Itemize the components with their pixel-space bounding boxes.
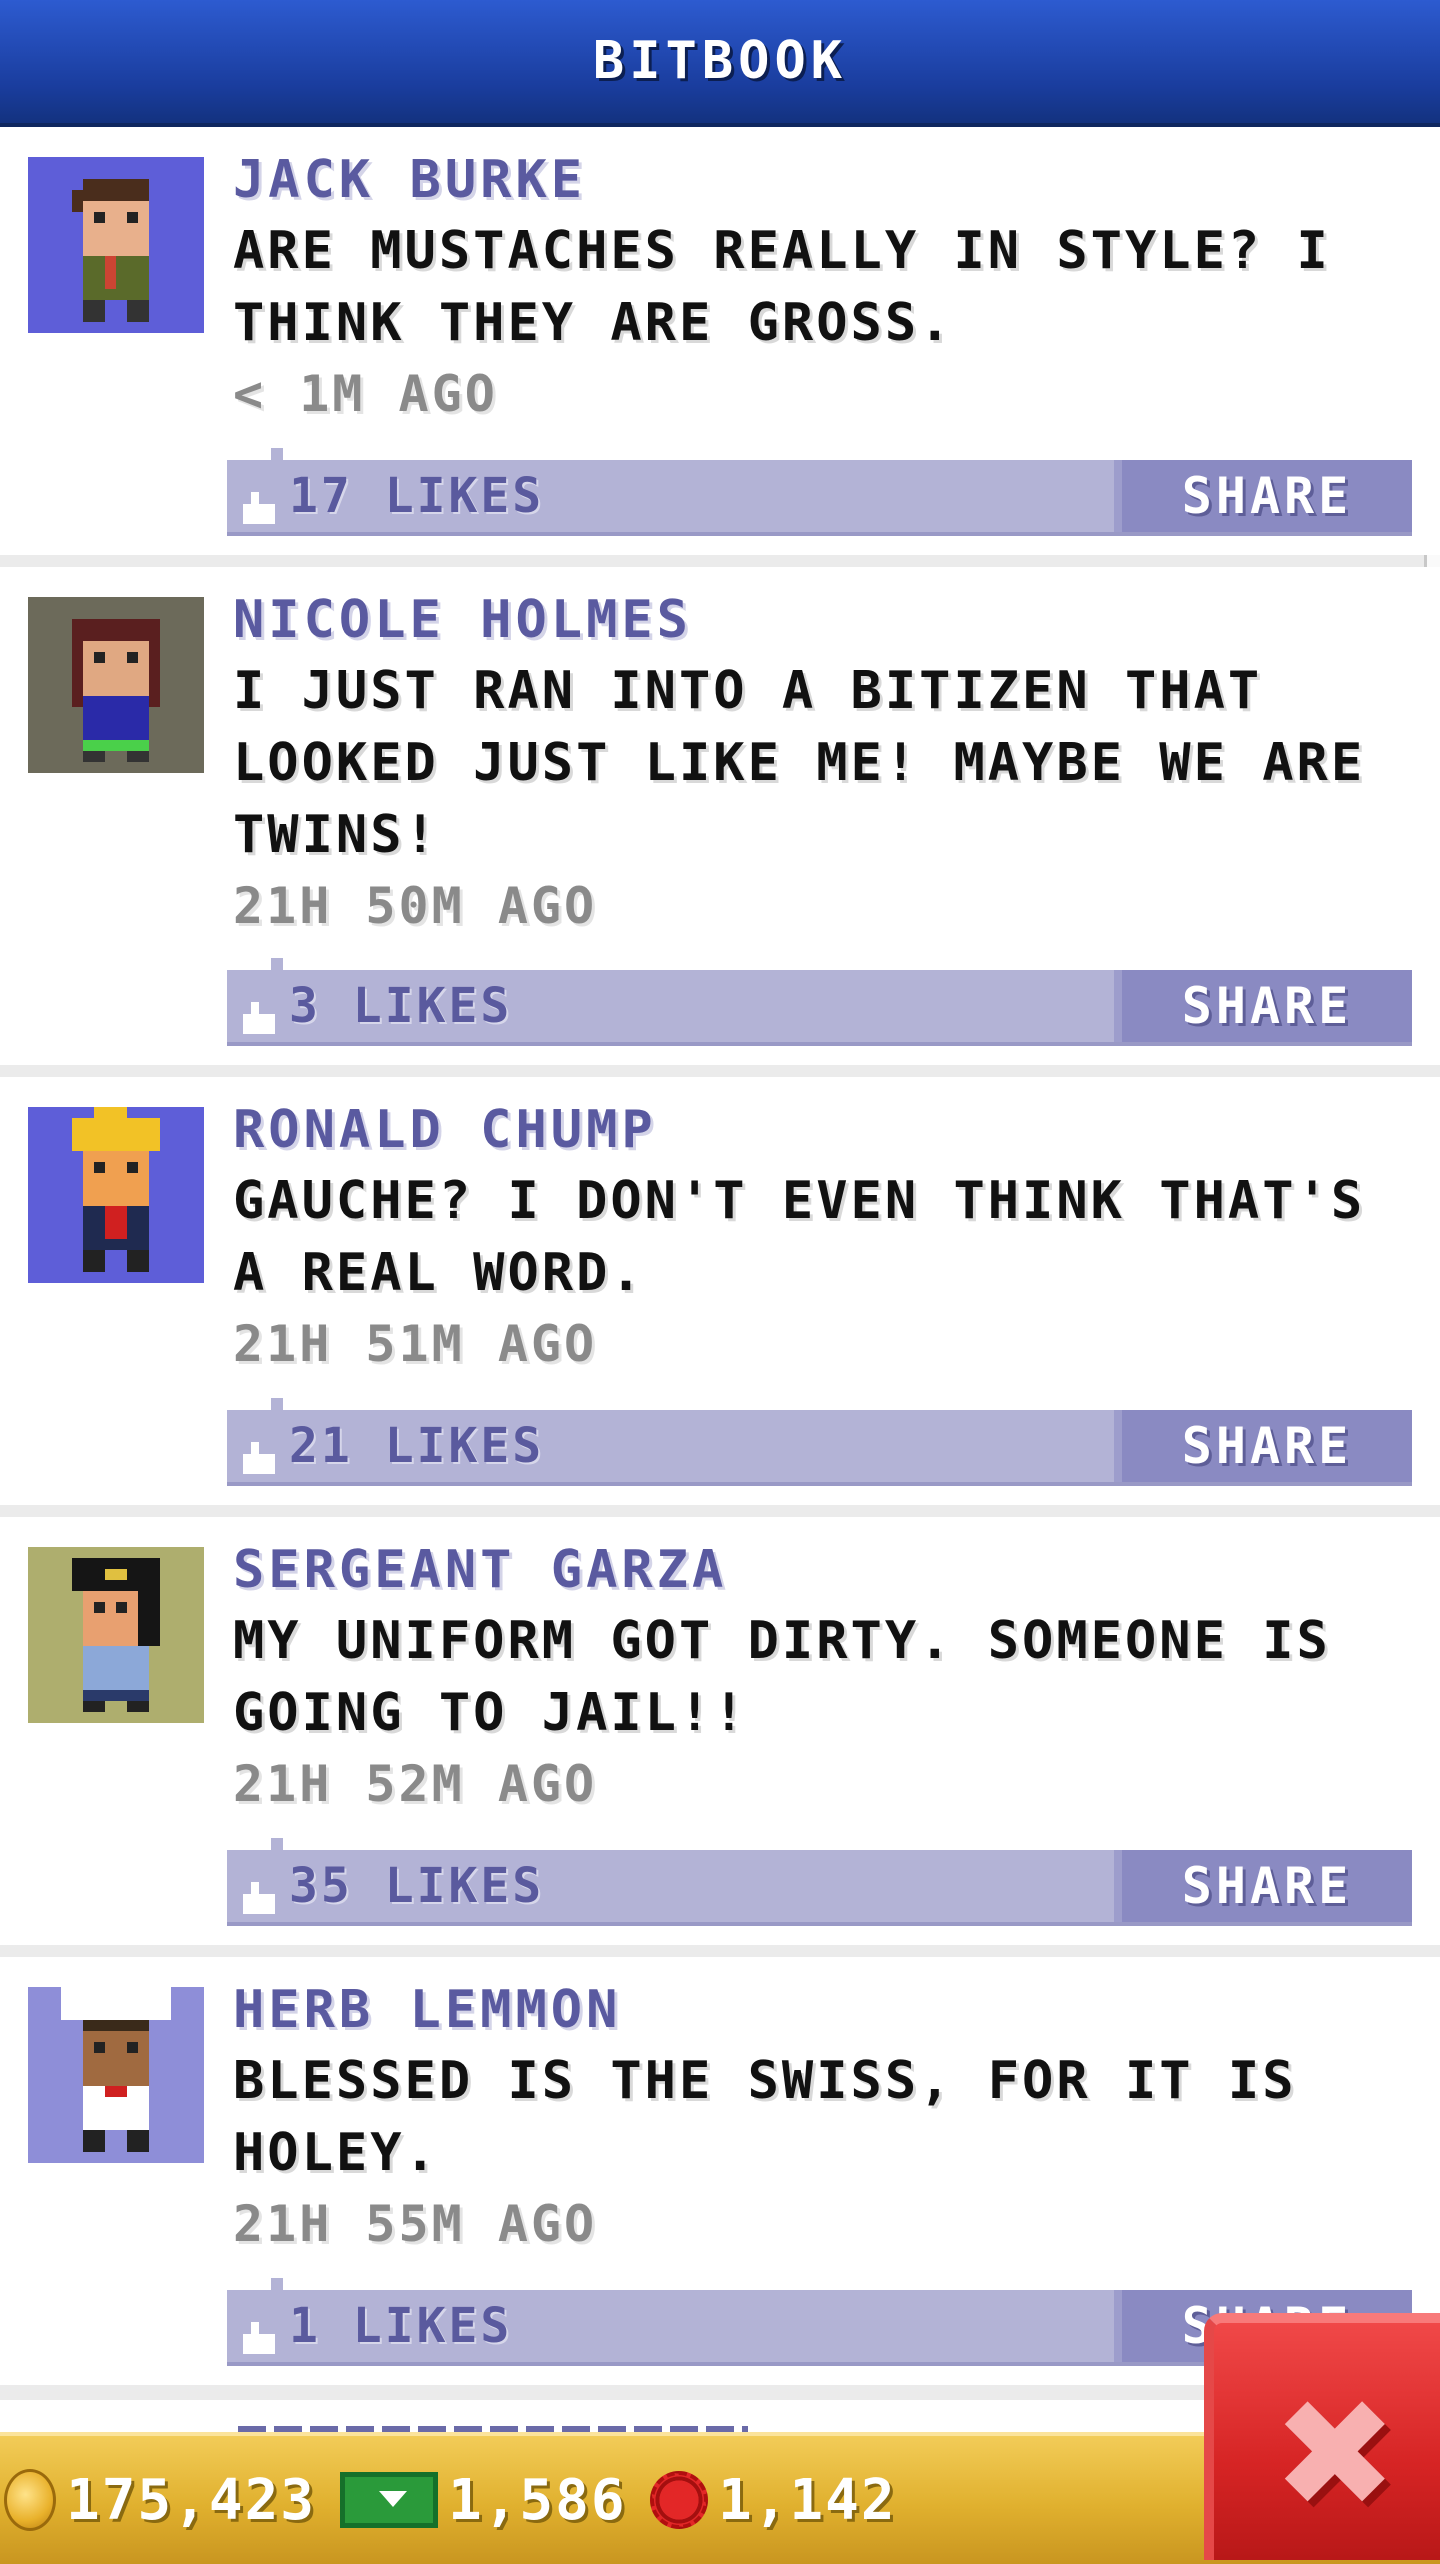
like-count: 17 LIKES — [289, 468, 545, 524]
avatar[interactable] — [28, 597, 204, 773]
avatar[interactable] — [28, 1107, 204, 1283]
post-message: MY UNIFORM GOT DIRTY. SOMEONE IS GOING T… — [233, 1611, 1331, 1743]
close-icon: ✖ — [1272, 2368, 1398, 2542]
post-message: I JUST RAN INTO A BITIZEN THAT LOOKED JU… — [233, 661, 1366, 865]
thumbs-up-icon — [239, 476, 279, 524]
like-button[interactable]: 17 LIKES — [239, 460, 544, 532]
post-author[interactable]: HERB LEMMON — [233, 1979, 1413, 2041]
share-button[interactable]: SHARE — [1114, 1850, 1412, 1922]
post-author[interactable]: NICOLE HOLMES — [233, 589, 1413, 651]
post-card: NICOLE HOLMES I JUST RAN INTO A BITIZEN … — [0, 567, 1440, 1065]
like-notch — [271, 2278, 283, 2290]
like-button[interactable]: 3 LIKES — [239, 970, 512, 1042]
post-message: BLESSED IS THE SWISS, FOR IT IS HOLEY. — [233, 2051, 1297, 2183]
thumbs-up-icon — [239, 1426, 279, 1474]
app-title: BITBOOK — [592, 31, 848, 91]
close-button[interactable]: ✖ — [1204, 2313, 1440, 2560]
post-timestamp: 21H 52M AGO — [233, 1755, 598, 1813]
like-notch — [271, 1398, 283, 1410]
post-card: SERGEANT GARZA MY UNIFORM GOT DIRTY. SOM… — [0, 1517, 1440, 1945]
share-button[interactable]: SHARE — [1114, 460, 1412, 532]
gem-icon — [650, 2471, 708, 2529]
post-message: ARE MUSTACHES REALLY IN STYLE? I THINK T… — [233, 221, 1331, 353]
post-action-bar: 17 LIKES SHARE — [227, 448, 1412, 536]
like-button[interactable]: 35 LIKES — [239, 1850, 544, 1922]
avatar[interactable] — [28, 1987, 204, 2163]
post-action-bar: 3 LIKES SHARE — [227, 958, 1412, 1046]
like-notch — [271, 1838, 283, 1850]
coins-value: 175,423 — [66, 2467, 317, 2533]
bux-icon — [340, 2472, 438, 2528]
post-card: RONALD CHUMP GAUCHE? I DON'T EVEN THINK … — [0, 1077, 1440, 1505]
post-action-bar: 21 LIKES SHARE — [227, 1398, 1412, 1486]
share-button[interactable]: SHARE — [1114, 970, 1412, 1042]
like-notch — [271, 958, 283, 970]
post-card: JACK BURKE ARE MUSTACHES REALLY IN STYLE… — [0, 127, 1440, 555]
thumbs-up-icon — [239, 986, 279, 1034]
like-count: 3 LIKES — [289, 978, 513, 1034]
thumbs-up-icon — [239, 1866, 279, 1914]
post-timestamp: 21H 55M AGO — [233, 2195, 598, 2253]
thumbs-up-icon — [239, 2306, 279, 2354]
like-count: 1 LIKES — [289, 2298, 513, 2354]
post-author[interactable]: JACK BURKE — [233, 149, 1413, 211]
like-count: 21 LIKES — [289, 1418, 545, 1474]
points-display: 1,142 — [650, 2436, 897, 2564]
like-count: 35 LIKES — [289, 1858, 545, 1914]
post-author[interactable]: RONALD CHUMP — [233, 1099, 1413, 1161]
like-notch — [271, 448, 283, 460]
post-timestamp: 21H 51M AGO — [233, 1315, 598, 1373]
post-author[interactable]: SERGEANT GARZA — [233, 1539, 1413, 1601]
post-timestamp: 21H 50M AGO — [233, 877, 598, 935]
post-action-bar: 35 LIKES SHARE — [227, 1838, 1412, 1926]
coins-display: 175,423 — [4, 2436, 316, 2564]
like-button[interactable]: 21 LIKES — [239, 1410, 544, 1482]
like-button[interactable]: 1 LIKES — [239, 2290, 512, 2362]
post-message: GAUCHE? I DON'T EVEN THINK THAT'S A REAL… — [233, 1171, 1366, 1303]
feed-list: JACK BURKE ARE MUSTACHES REALLY IN STYLE… — [0, 127, 1440, 2397]
bux-value: 1,586 — [448, 2467, 627, 2533]
coin-icon — [4, 2469, 56, 2531]
app-header: BITBOOK — [0, 0, 1440, 127]
post-timestamp: < 1M AGO — [233, 365, 498, 423]
points-value: 1,142 — [718, 2467, 897, 2533]
share-button[interactable]: SHARE — [1114, 1410, 1412, 1482]
avatar[interactable] — [28, 1547, 204, 1723]
bux-display: 1,586 — [340, 2436, 627, 2564]
avatar[interactable] — [28, 157, 204, 333]
